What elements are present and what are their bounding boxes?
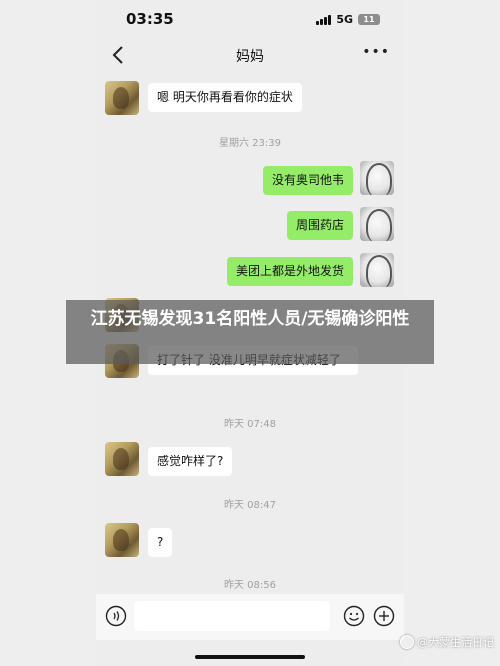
avatar[interactable] <box>105 442 139 476</box>
input-bar <box>96 594 404 640</box>
battery-level: 11 <box>363 15 375 24</box>
plus-icon[interactable] <box>373 605 395 627</box>
avatar[interactable] <box>360 161 394 195</box>
message-bubble: 感觉咋样了? <box>148 447 233 476</box>
timestamp: 昨天 08:47 <box>224 500 276 511</box>
home-indicator <box>195 655 305 659</box>
message-bubble: 周围药店 <box>286 211 353 240</box>
status-indicators: 5G 11 <box>316 13 380 26</box>
avatar[interactable] <box>360 207 394 241</box>
chat-header: 妈妈 ••• <box>96 36 404 74</box>
message-bubble: 没有奥司他韦 <box>262 166 353 195</box>
timestamp: 星期六 23:39 <box>219 138 281 149</box>
watermark-text: @大蒙生活日记 <box>417 636 494 649</box>
timestamp: 昨天 07:48 <box>224 419 276 430</box>
status-bar: 03:35 5G 11 <box>96 0 404 36</box>
message-bubble: ? <box>148 528 173 557</box>
emoji-icon[interactable] <box>343 605 365 627</box>
watermark: @大蒙生活日记 <box>400 634 494 650</box>
avatar[interactable] <box>105 81 139 115</box>
signal-icon <box>316 14 332 25</box>
more-icon[interactable]: ••• <box>362 44 390 60</box>
message-bubble: 嗯 明天你再看看你的症状 <box>148 83 302 112</box>
avatar[interactable] <box>105 523 139 557</box>
headline-text: 江苏无锡发现31名阳性人员/无锡确诊阳性 <box>90 309 410 329</box>
voice-icon[interactable] <box>105 605 127 627</box>
avatar[interactable] <box>360 253 394 287</box>
network-label: 5G <box>336 13 353 26</box>
timestamp: 昨天 08:56 <box>224 580 276 591</box>
message-bubble: 美团上都是外地发货 <box>226 257 353 286</box>
headline-banner: 江苏无锡发现31名阳性人员/无锡确诊阳性 <box>66 300 434 364</box>
chat-title: 妈妈 <box>236 49 264 65</box>
message-input[interactable] <box>134 601 330 631</box>
watermark-icon <box>400 635 414 649</box>
battery-icon: 11 <box>358 14 380 25</box>
status-time: 03:35 <box>126 10 174 28</box>
